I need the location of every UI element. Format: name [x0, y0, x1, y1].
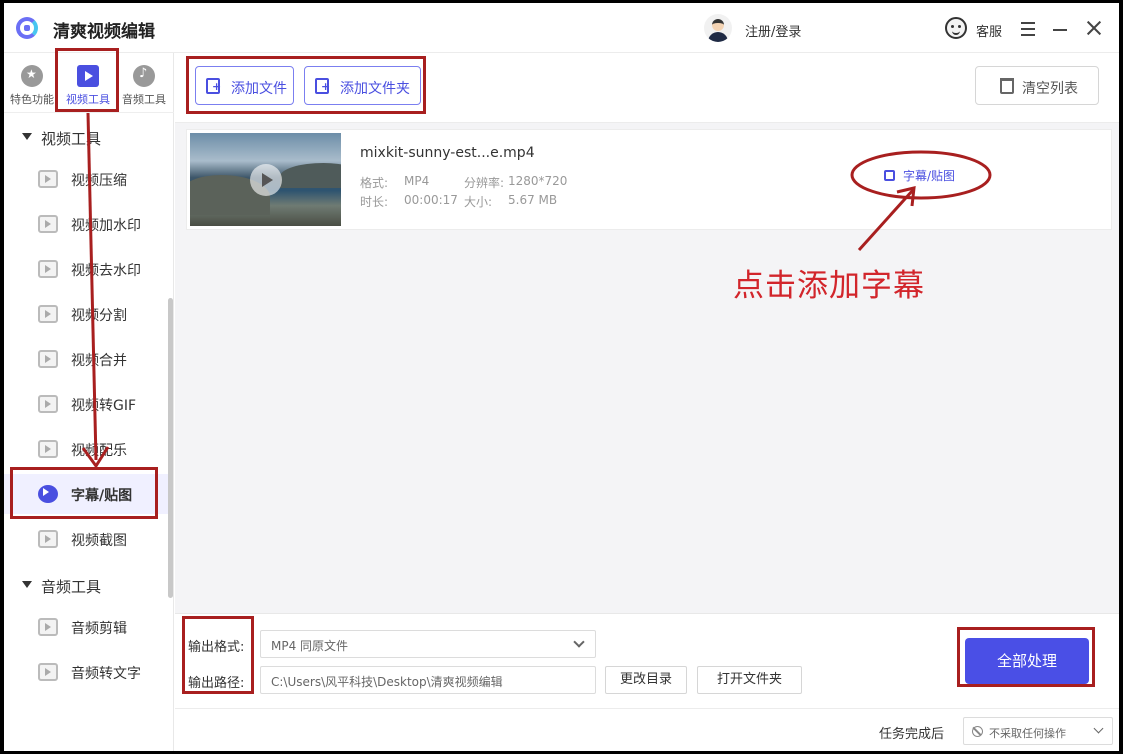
annotation-text: 点击添加字幕	[733, 268, 925, 304]
sidebar-item-label: 视频压缩	[71, 173, 127, 189]
audio-file-icon	[38, 618, 58, 636]
login-link[interactable]: 注册/登录	[745, 21, 801, 40]
sidebar-item-video-split[interactable]: 视频分割	[4, 294, 170, 334]
annotation-box-output-labels	[182, 616, 254, 694]
link-label: 字幕/贴图	[903, 169, 956, 183]
group-label: 视频工具	[41, 130, 102, 148]
app-logo-icon	[16, 17, 38, 39]
menu-icon[interactable]	[1018, 18, 1038, 38]
select-value: 不采取任何操作	[989, 727, 1066, 740]
clear-list-button[interactable]: 清空列表	[975, 66, 1099, 105]
sidebar-item-label: 视频合并	[71, 353, 127, 369]
output-path-input[interactable]: C:\Users\风平科技\Desktop\清爽视频编辑	[260, 666, 596, 694]
sidebar-item-audio-cut[interactable]: 音频剪辑	[4, 607, 170, 647]
sidebar-item-video-screenshot[interactable]: 视频截图	[4, 519, 170, 559]
resolution-value: 1280*720	[508, 174, 568, 188]
video-thumbnail[interactable]	[190, 133, 341, 226]
sidebar-item-label: 视频配乐	[71, 443, 127, 459]
caret-down-icon	[22, 133, 32, 140]
resolution-label: 分辨率:	[464, 176, 505, 190]
annotation-box-video-tab	[55, 48, 119, 112]
ban-icon	[972, 726, 983, 737]
split-icon	[38, 305, 58, 323]
chevron-down-icon	[573, 636, 585, 648]
button-label: 清空列表	[1022, 81, 1078, 97]
sidebar-item-audio-to-text[interactable]: 音频转文字	[4, 652, 170, 692]
sidebar-scrollbar[interactable]	[168, 298, 173, 598]
merge-icon	[38, 350, 58, 368]
subtitle-icon	[884, 170, 895, 181]
tab-audio-tools[interactable]: 音频工具	[116, 53, 172, 113]
sidebar: 特色功能 视频工具 音频工具 视频工具 视频压缩 视频加水印 视频去水印 视频分…	[4, 53, 174, 751]
app-title: 清爽视频编辑	[53, 22, 155, 42]
audio-tools-group[interactable]: 音频工具	[4, 571, 172, 599]
music-icon	[133, 65, 155, 87]
video-file-icon	[38, 170, 58, 188]
duration-value: 00:00:17	[404, 193, 458, 207]
annotation-box-add-buttons	[186, 56, 426, 114]
sidebar-item-video-to-gif[interactable]: 视频转GIF	[4, 384, 170, 424]
size-value: 5.67 MB	[508, 193, 558, 207]
size-label: 大小:	[464, 195, 493, 209]
status-bar: 任务完成后 不采取任何操作	[175, 708, 1119, 751]
sidebar-item-label: 视频转GIF	[71, 398, 137, 414]
caret-down-icon	[22, 581, 32, 588]
output-format-select[interactable]: MP4 同原文件	[260, 630, 596, 658]
after-task-select[interactable]: 不采取任何操作	[963, 717, 1113, 745]
trash-icon	[1000, 78, 1014, 94]
sidebar-item-video-music[interactable]: 视频配乐	[4, 429, 170, 469]
open-folder-button[interactable]: 打开文件夹	[697, 666, 802, 694]
video-file-icon	[38, 530, 58, 548]
sidebar-item-label: 视频截图	[71, 533, 127, 549]
sidebar-item-video-merge[interactable]: 视频合并	[4, 339, 170, 379]
title-bar: 清爽视频编辑 注册/登录 客服	[4, 3, 1119, 53]
annotation-box-process-all	[957, 627, 1095, 687]
sidebar-item-label: 视频分割	[71, 308, 127, 324]
gif-icon	[38, 395, 58, 413]
duration-label: 时长:	[360, 195, 389, 209]
group-label: 音频工具	[41, 578, 102, 596]
close-icon[interactable]	[1084, 18, 1104, 38]
tab-label: 特色功能	[10, 93, 54, 106]
sidebar-item-remove-watermark[interactable]: 视频去水印	[4, 249, 170, 289]
star-icon	[21, 65, 43, 87]
after-task-label: 任务完成后	[879, 727, 945, 742]
sidebar-item-add-watermark[interactable]: 视频加水印	[4, 204, 170, 244]
customer-service-icon[interactable]	[945, 17, 967, 39]
minimize-icon[interactable]	[1050, 18, 1070, 38]
sidebar-item-label: 视频去水印	[71, 263, 141, 279]
file-name: mixkit-sunny-est...e.mp4	[360, 145, 535, 161]
sidebar-item-label: 视频加水印	[71, 218, 141, 234]
video-file-icon	[38, 440, 58, 458]
sidebar-item-label: 音频剪辑	[71, 621, 127, 637]
change-directory-button[interactable]: 更改目录	[605, 666, 687, 694]
format-label: 格式:	[360, 176, 389, 190]
microphone-icon	[38, 663, 58, 681]
input-value: C:\Users\风平科技\Desktop\清爽视频编辑	[271, 675, 503, 689]
customer-service-label[interactable]: 客服	[976, 21, 1002, 40]
tab-label: 音频工具	[122, 93, 166, 106]
select-value: MP4 同原文件	[271, 639, 349, 653]
sidebar-item-video-compress[interactable]: 视频压缩	[4, 159, 170, 199]
tab-special-features[interactable]: 特色功能	[4, 53, 60, 113]
play-icon[interactable]	[250, 164, 282, 196]
annotation-box-subtitle-item	[10, 467, 158, 519]
format-value: MP4	[404, 174, 430, 188]
stamp-icon	[38, 260, 58, 278]
video-tools-group[interactable]: 视频工具	[4, 123, 172, 151]
video-file-icon	[38, 215, 58, 233]
app-window: 清爽视频编辑 注册/登录 客服 特色功能 视频工具 音频工具 视频工具	[4, 3, 1119, 751]
file-list-item[interactable]: mixkit-sunny-est...e.mp4 格式: MP4 分辨率: 12…	[186, 129, 1112, 230]
user-avatar[interactable]	[704, 14, 732, 42]
sidebar-item-label: 音频转文字	[71, 666, 141, 682]
chevron-down-icon	[1093, 723, 1104, 734]
